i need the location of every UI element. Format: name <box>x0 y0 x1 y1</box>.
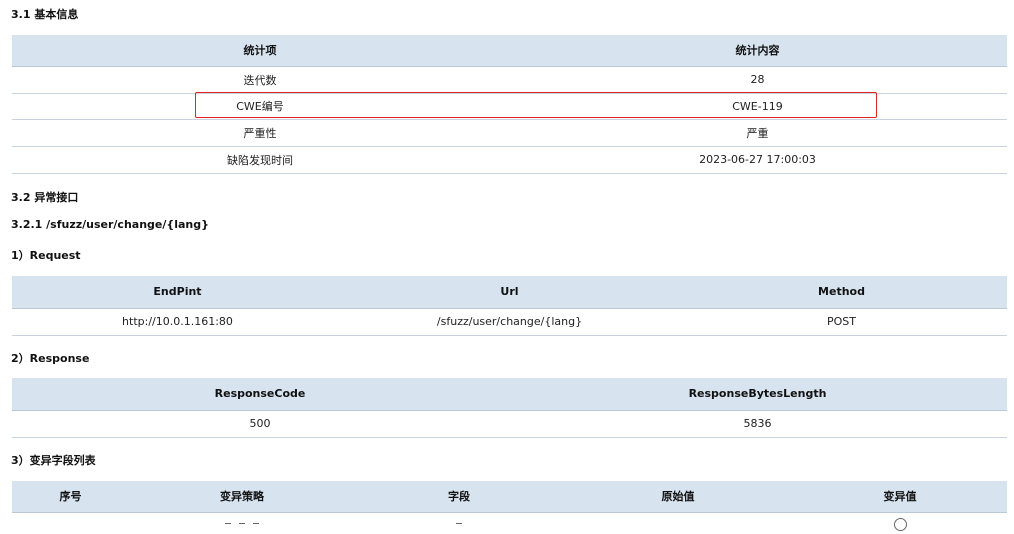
cell-field-cutoff <box>355 512 563 534</box>
cell-item: CWE编号 <box>12 93 508 120</box>
column-header-item: 统计项 <box>12 35 508 67</box>
cell-index-cutoff <box>12 512 129 534</box>
circle-icon <box>893 517 907 531</box>
cell-item: 严重性 <box>12 119 508 147</box>
table-row: http://10.0.1.161:80 /sfuzz/user/change/… <box>12 308 1007 336</box>
cell-endpoint: http://10.0.1.161:80 <box>12 308 343 336</box>
cell-method: POST <box>676 308 1007 336</box>
table-header-row: 序号 变异策略 字段 原始值 变异值 <box>12 481 1007 513</box>
response-heading: 2）Response <box>11 352 90 365</box>
cell-url: /sfuzz/user/change/{lang} <box>343 308 676 336</box>
table-header-row: EndPint Url Method <box>12 276 1007 309</box>
column-header-method: Method <box>676 276 1007 309</box>
column-header-mutated-value: 变异值 <box>793 481 1007 513</box>
table-header-row: ResponseCode ResponseBytesLength <box>12 378 1007 411</box>
column-header-endpoint: EndPint <box>12 276 343 309</box>
cell-mutated-cutoff <box>793 512 1007 534</box>
cell-response-code: 500 <box>12 410 508 438</box>
table-row: 严重性 严重 <box>12 119 1007 147</box>
cell-original-cutoff <box>563 512 793 534</box>
cell-value: 28 <box>508 66 1007 94</box>
mutation-heading: 3）变异字段列表 <box>11 454 96 467</box>
table-row: CWE编号 CWE-119 <box>12 93 1007 120</box>
table-row: 迭代数 28 <box>12 66 1007 94</box>
endpoint-heading: 3.2.1 /sfuzz/user/change/{lang} <box>11 218 209 231</box>
section-heading-abnormal-interface: 3.2 异常接口 <box>11 191 79 204</box>
cell-value: 2023-06-27 17:00:03 <box>508 146 1007 174</box>
table-row: 500 5836 <box>12 410 1007 438</box>
cell-value: CWE-119 <box>508 93 1007 120</box>
cell-item: 迭代数 <box>12 66 508 94</box>
mutation-table: 序号 变异策略 字段 原始值 变异值 <box>12 481 1007 534</box>
column-header-response-length: ResponseBytesLength <box>508 378 1007 411</box>
table-row-partial <box>12 512 1007 534</box>
cell-item: 缺陷发现时间 <box>12 146 508 174</box>
cell-strategy-cutoff <box>129 512 355 534</box>
column-header-content: 统计内容 <box>508 35 1007 67</box>
column-header-url: Url <box>343 276 676 309</box>
cell-value: 严重 <box>508 119 1007 147</box>
column-header-field: 字段 <box>355 481 563 513</box>
column-header-strategy: 变异策略 <box>129 481 355 513</box>
column-header-response-code: ResponseCode <box>12 378 508 411</box>
basic-info-table: 统计项 统计内容 迭代数 28 CWE编号 CWE-119 严重性 严重 缺陷发… <box>12 35 1007 174</box>
table-header-row: 统计项 统计内容 <box>12 35 1007 67</box>
section-heading-basic-info: 3.1 基本信息 <box>11 8 79 21</box>
table-row: 缺陷发现时间 2023-06-27 17:00:03 <box>12 146 1007 174</box>
column-header-index: 序号 <box>12 481 129 513</box>
request-heading: 1）Request <box>11 249 81 262</box>
response-table: ResponseCode ResponseBytesLength 500 583… <box>12 378 1007 438</box>
column-header-original-value: 原始值 <box>563 481 793 513</box>
request-table: EndPint Url Method http://10.0.1.161:80 … <box>12 276 1007 336</box>
cell-response-length: 5836 <box>508 410 1007 438</box>
